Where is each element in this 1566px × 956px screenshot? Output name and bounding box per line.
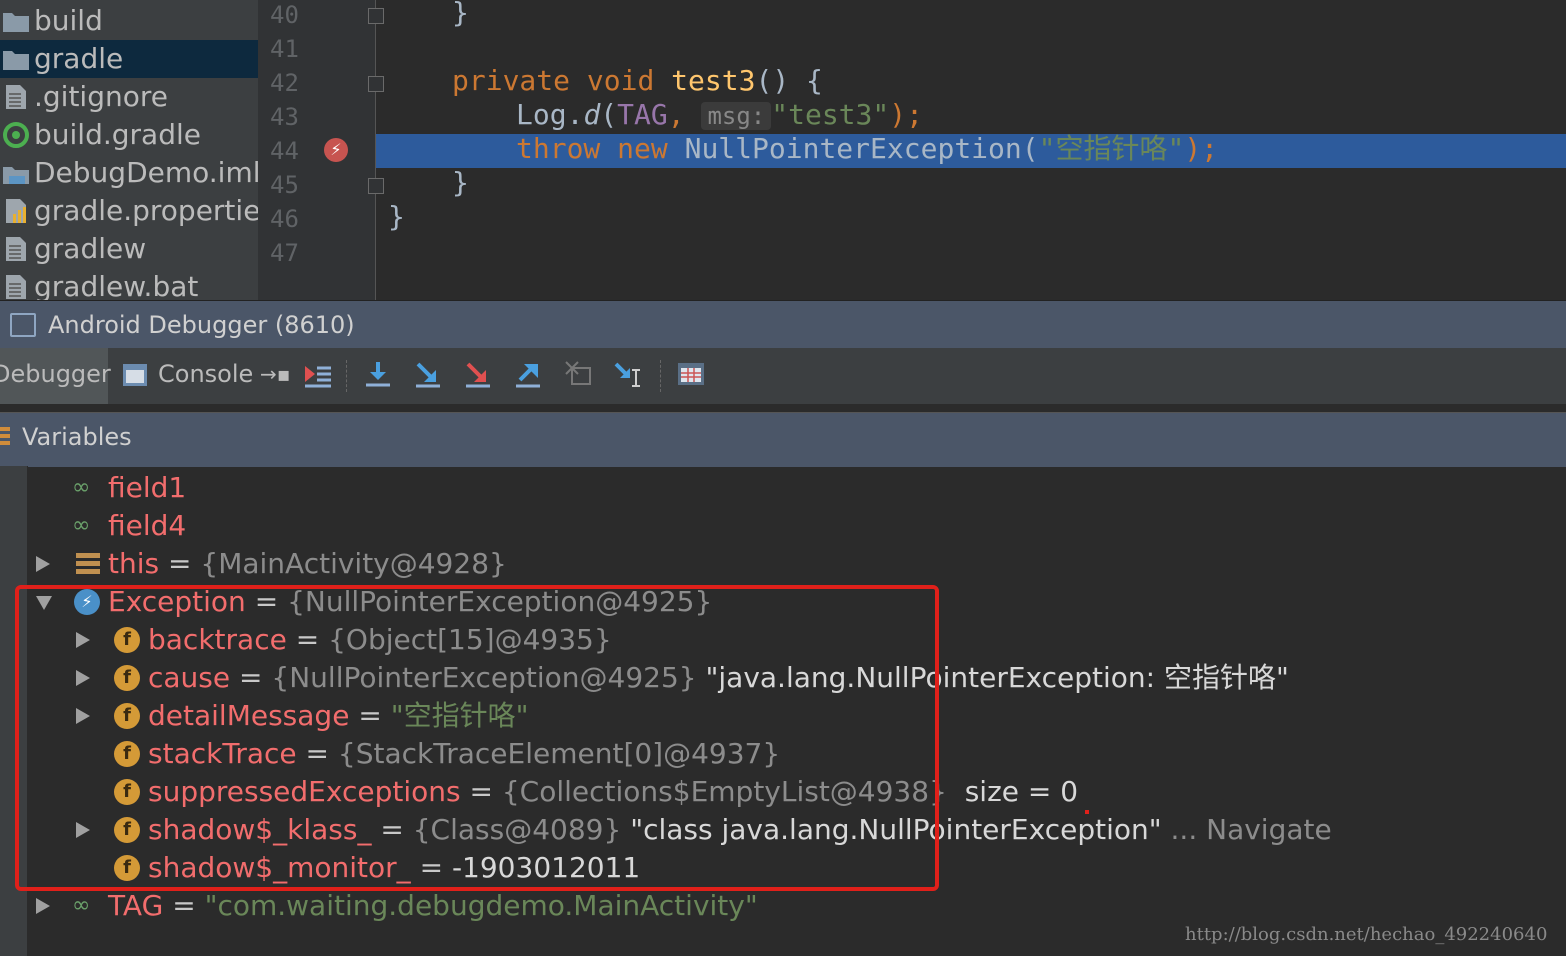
tab-debugger[interactable]: Debugger (0, 348, 111, 404)
expand-arrow-icon[interactable] (76, 708, 90, 724)
variables-panel-header: Variables (0, 412, 1566, 467)
pin-tab-icon[interactable]: →▪ (260, 348, 290, 400)
drop-frame-icon[interactable] (561, 358, 595, 392)
variables-icon (0, 427, 10, 447)
step-into-icon[interactable] (411, 358, 445, 392)
line-number: 45 (270, 171, 299, 199)
debugger-window-icon (10, 313, 36, 337)
fold-marker-icon[interactable] (368, 178, 384, 194)
watermark: http://blog.csdn.net/hechao_492240640 (1185, 924, 1548, 945)
tab-console[interactable]: Console →▪ (110, 348, 290, 404)
annotation-dot (1085, 810, 1089, 814)
expand-arrow-icon[interactable] (76, 822, 90, 838)
fold-marker-icon[interactable] (368, 8, 384, 24)
tree-item-gitignore[interactable]: .gitignore (0, 78, 258, 116)
variable-row-suppressed-exceptions[interactable]: f suppressedExceptions = {Collections$Em… (76, 773, 1176, 811)
variables-side-toolbar (0, 466, 28, 956)
force-step-into-icon[interactable] (461, 358, 495, 392)
variable-row-this[interactable]: this = {MainActivity@4928} (36, 545, 636, 583)
project-tree: build gradle .gitignore build.gradle Deb… (0, 0, 258, 300)
field-icon: f (114, 741, 140, 767)
text-file-icon (6, 275, 26, 299)
expand-arrow-icon[interactable] (76, 670, 90, 686)
tree-item-debugdemo-iml[interactable]: DebugDemo.iml (0, 154, 258, 192)
line-number: 46 (270, 205, 299, 233)
variable-row-cause[interactable]: f cause = {NullPointerException@4925} "j… (76, 659, 1289, 697)
collapse-arrow-icon[interactable] (36, 596, 52, 610)
module-file-icon (3, 167, 29, 184)
folder-icon (3, 51, 29, 70)
run-to-cursor-icon[interactable] (611, 358, 645, 392)
toolbar-separator (660, 360, 662, 392)
show-execution-point-icon[interactable] (300, 358, 334, 392)
exception-icon: ⚡ (74, 589, 100, 615)
line-number: 47 (270, 239, 299, 267)
properties-file-icon (6, 199, 26, 223)
folder-icon (3, 13, 29, 32)
tree-item-build-gradle[interactable]: build.gradle (0, 116, 258, 154)
field-icon: f (114, 703, 140, 729)
line-number: 40 (270, 1, 299, 29)
evaluate-expression-icon[interactable] (674, 358, 708, 392)
field-icon: f (114, 779, 140, 805)
variable-row-exception[interactable]: ⚡ Exception = {NullPointerException@4925… (36, 583, 836, 621)
line-number: 44 (270, 137, 299, 165)
tree-item-gradle-properties[interactable]: gradle.propertie (0, 192, 258, 230)
watch-icon: ∞ (72, 893, 91, 918)
code-line-46: } (388, 200, 405, 233)
object-icon (76, 553, 100, 575)
field-icon: f (114, 855, 140, 881)
text-file-icon (6, 85, 26, 109)
field-icon: f (114, 817, 140, 843)
code-line-42: private void test3() { (452, 64, 823, 97)
fold-marker-icon[interactable] (368, 76, 384, 92)
text-file-icon (6, 237, 26, 261)
variable-row-shadow-klass[interactable]: f shadow$_klass_ = {Class@4089} "class j… (76, 811, 1476, 849)
variable-row-shadow-monitor[interactable]: f shadow$_monitor_ = -1903012011 (76, 849, 876, 887)
tree-item-gradle[interactable]: gradle (0, 40, 258, 78)
navigate-link[interactable]: ... Navigate (1171, 813, 1332, 846)
line-number: 43 (270, 103, 299, 131)
line-number: 41 (270, 35, 299, 63)
watch-icon: ∞ (72, 475, 91, 500)
debugger-title-bar: Android Debugger (8610) (0, 300, 1566, 349)
gradle-file-icon (3, 122, 29, 148)
field-icon: f (114, 665, 140, 691)
parameter-hint: msg: (701, 102, 772, 130)
expand-arrow-icon[interactable] (36, 556, 50, 572)
code-line-43: Log.d(TAG, msg: "test3"); (516, 98, 923, 131)
tree-item-gradlew-bat[interactable]: gradlew.bat (0, 268, 258, 300)
exception-breakpoint-icon[interactable]: ⚡ (324, 138, 348, 162)
step-over-icon[interactable] (361, 358, 395, 392)
variable-row-tag[interactable]: ∞ TAG = "com.waiting.debugdemo.MainActiv… (36, 887, 936, 925)
toolbar-separator (346, 360, 348, 392)
console-icon (123, 364, 147, 386)
variables-title: Variables (22, 423, 132, 451)
line-number: 42 (270, 69, 299, 97)
tree-item-gradlew[interactable]: gradlew (0, 230, 258, 268)
watch-icon: ∞ (72, 513, 91, 538)
expand-arrow-icon[interactable] (76, 632, 90, 648)
expand-arrow-icon[interactable] (36, 898, 50, 914)
variable-row-detail-message[interactable]: f detailMessage = "空指针咯" (76, 697, 776, 735)
tree-item-build[interactable]: build (0, 2, 258, 40)
debugger-toolbar: Debugger Console →▪ (0, 348, 1566, 405)
variable-row-stack-trace[interactable]: f stackTrace = {StackTraceElement[0]@493… (76, 735, 876, 773)
gutter-divider (375, 0, 376, 300)
code-line-44: throw new NullPointerException("空指针咯"); (516, 132, 1219, 165)
code-line-45: } (452, 166, 469, 199)
code-line-40: } (452, 0, 469, 29)
debugger-title: Android Debugger (8610) (48, 311, 355, 339)
field-icon: f (114, 627, 140, 653)
variable-row-backtrace[interactable]: f backtrace = {Object[15]@4935} (76, 621, 776, 659)
step-out-icon[interactable] (511, 358, 545, 392)
